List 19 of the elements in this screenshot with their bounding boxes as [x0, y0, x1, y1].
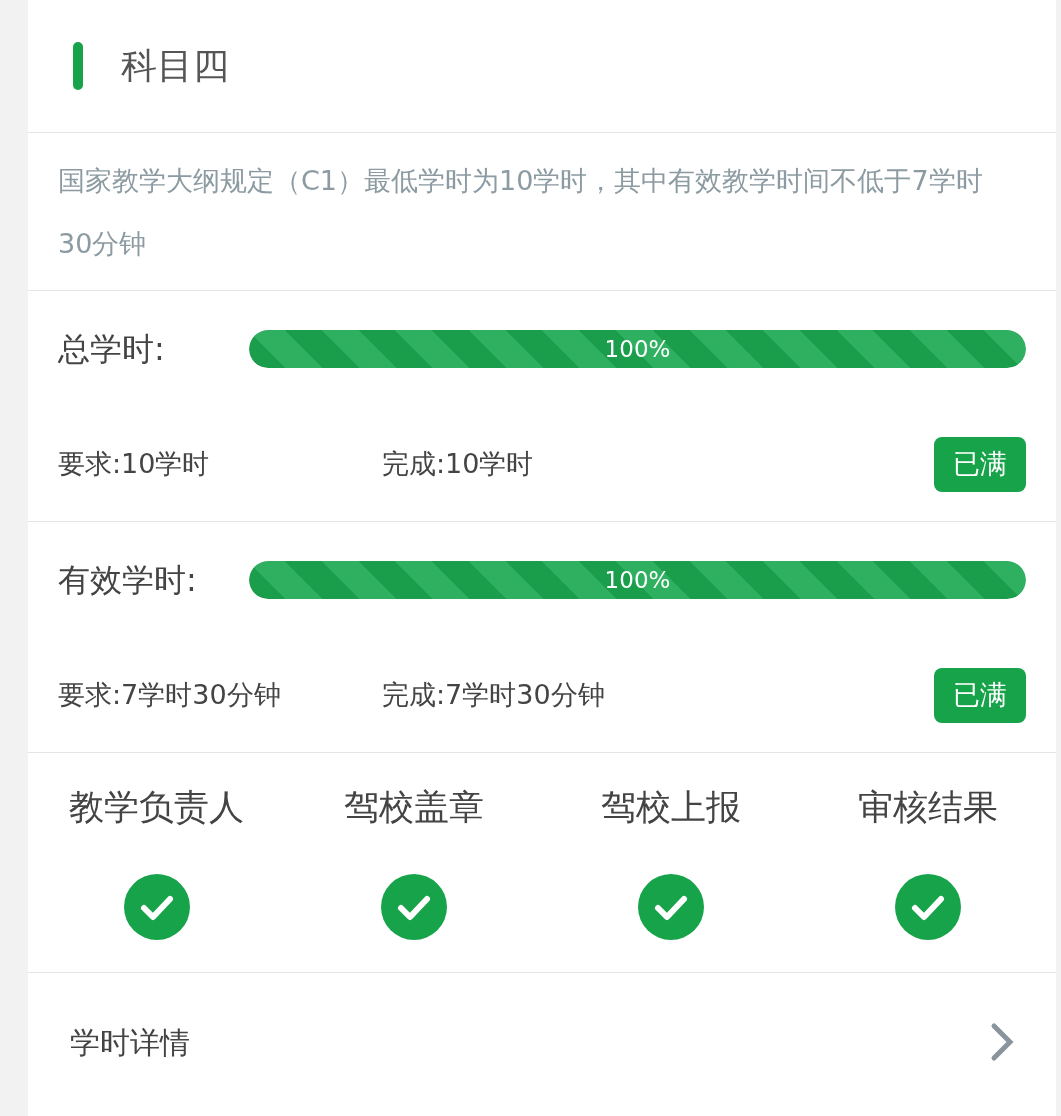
step-label: 驾校盖章 [343, 786, 484, 829]
section-title: 科目四 [121, 44, 229, 88]
progress-reading: 100% [603, 334, 672, 364]
accent-bar [73, 42, 83, 90]
required-hours: 要求:7学时30分钟 [58, 678, 282, 713]
required-hours: 要求:10学时 [58, 447, 211, 482]
description-text: 国家教学大纲规定（C1）最低学时为10学时，其中有效教学时间不低于7学时30分钟 [58, 163, 984, 261]
completed-hours: 完成:10学时 [382, 447, 535, 482]
hours-label: 有效学时: [58, 560, 198, 601]
completed-hours: 完成:7学时30分钟 [382, 678, 606, 713]
details-row[interactable]: 学时详情 [28, 973, 1056, 1111]
chevron-right-icon [990, 1022, 1014, 1062]
status-badge: 已满 [934, 437, 1026, 492]
progress-reading: 100% [603, 565, 672, 595]
step-label: 教学负责人 [69, 786, 244, 829]
hours-label: 总学时: [58, 329, 166, 370]
status-badge: 已满 [934, 668, 1026, 723]
step-label: 驾校上报 [600, 786, 741, 829]
step-label: 审核结果 [857, 786, 998, 829]
